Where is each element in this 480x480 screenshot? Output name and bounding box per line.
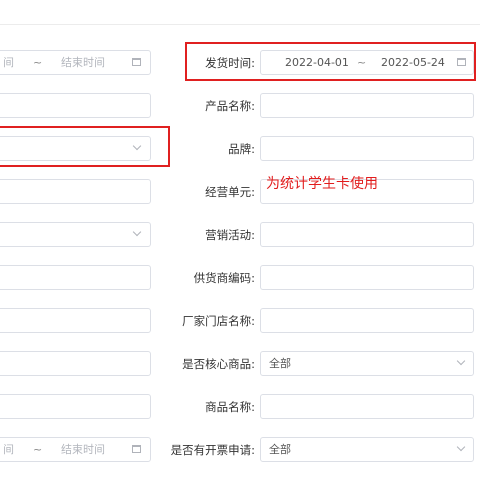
- annotation-text: 为统计学生卡使用: [266, 176, 378, 192]
- supplier-code-input[interactable]: [260, 265, 474, 290]
- marketing-activity-input[interactable]: [260, 222, 474, 247]
- supplier-code-label: 供货商编码:: [193, 271, 255, 285]
- brand-label: 品牌:: [228, 142, 255, 156]
- business-unit-label: 经营单元:: [205, 185, 255, 199]
- vendor-store-name-label: 厂家门店名称:: [182, 314, 255, 328]
- core-product-value: 全部: [269, 357, 291, 370]
- chevron-down-icon: [456, 442, 466, 452]
- top-divider: [0, 0, 480, 25]
- product-name-label: 产品名称:: [205, 99, 255, 113]
- goods-name-input[interactable]: [260, 394, 474, 419]
- invoice-request-label: 是否有开票申请:: [170, 443, 255, 457]
- marketing-activity-label: 营销活动:: [205, 228, 255, 242]
- core-product-select[interactable]: 全部: [260, 351, 474, 376]
- chevron-down-icon: [456, 356, 466, 366]
- product-name-input[interactable]: [260, 93, 474, 118]
- highlight-box-ship-time: [185, 42, 476, 81]
- goods-name-label: 商品名称:: [205, 400, 255, 414]
- vendor-store-name-input[interactable]: [260, 308, 474, 333]
- brand-input[interactable]: [260, 136, 474, 161]
- core-product-label: 是否核心商品:: [182, 357, 255, 371]
- invoice-request-value: 全部: [269, 443, 291, 456]
- invoice-request-select[interactable]: 全部: [260, 437, 474, 462]
